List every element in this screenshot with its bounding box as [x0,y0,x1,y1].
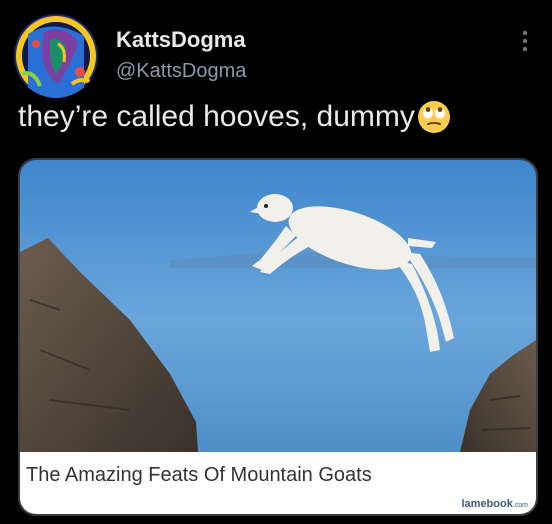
tweet-body: they’re called hooves, dummy [18,100,415,133]
face-with-rolling-eyes-icon [417,101,450,133]
card-source-suffix: .com [512,502,528,509]
more-options-icon[interactable] [522,30,528,52]
tweet-text: they’re called hooves, dummy [18,96,451,138]
card-source-name: lamebook [461,498,513,510]
card-footer[interactable]: The Amazing Feats Of Mountain Goats lame… [20,452,536,514]
user-handle[interactable]: @KattsDogma [116,58,246,84]
display-name[interactable]: KattsDogma [116,26,246,54]
avatar[interactable] [14,14,98,98]
link-card[interactable]: The Amazing Feats Of Mountain Goats lame… [18,158,538,516]
card-source-logo: lamebook.com [461,498,528,510]
tweet: KattsDogma @KattsDogma they’re called ho… [0,0,552,524]
mountain-goat-photo [20,160,536,452]
avatar-artwork-icon [14,14,98,98]
card-title[interactable]: The Amazing Feats Of Mountain Goats [26,462,372,488]
card-image[interactable] [20,160,536,452]
